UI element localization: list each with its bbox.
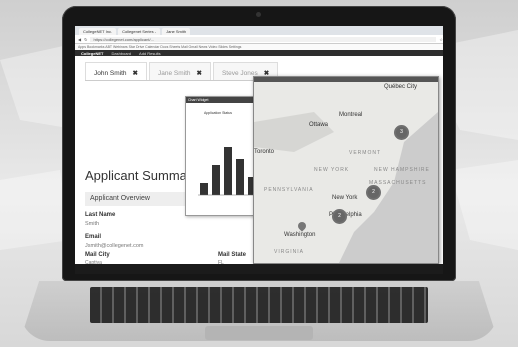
- map-label: VERMONT: [349, 150, 381, 156]
- taskbar: [75, 264, 443, 274]
- map-label: PENNSYLVANIA: [264, 187, 314, 193]
- last-name-value: Smith: [85, 221, 100, 227]
- chart-bar: [200, 183, 208, 195]
- map-label: NEW HAMPSHIRE: [374, 167, 430, 173]
- mail-state-label: Mail State: [218, 252, 247, 258]
- laptop-screen: CollegeNET Inc. Collegenet Series - Jane…: [75, 26, 443, 274]
- mail-city-label: Mail City: [85, 252, 110, 258]
- tab-john-smith[interactable]: John Smith ✖: [85, 62, 147, 80]
- browser-tab-strip: CollegeNET Inc. Collegenet Series - Jane…: [75, 26, 443, 35]
- tab-jane-smith[interactable]: Jane Smith ✖: [148, 62, 211, 80]
- applicant-tabs: John Smith ✖ Jane Smith ✖ Steve Jones ✖: [85, 62, 281, 81]
- url-input[interactable]: https://collegenet.com/applicant/...: [90, 36, 437, 42]
- email-value: Jsmith@collegenet.com: [85, 243, 144, 249]
- browser-tab[interactable]: CollegeNET Inc.: [79, 28, 117, 35]
- browser-tab[interactable]: Collegenet Series -: [118, 28, 161, 35]
- main-content: John Smith ✖ Jane Smith ✖ Steve Jones ✖ App…: [75, 56, 443, 266]
- map-label: Washington: [284, 232, 316, 238]
- tab-label: John Smith: [94, 70, 127, 77]
- last-name-label: Last Name: [85, 212, 116, 218]
- map-label: VIRGINIA: [274, 249, 304, 255]
- chart-bar: [236, 159, 244, 195]
- map-label: Québec City: [384, 84, 418, 90]
- laptop-lid: CollegeNET Inc. Collegenet Series - Jane…: [62, 6, 456, 281]
- map-label: Toronto: [254, 149, 275, 155]
- map-cluster-marker[interactable]: 3: [394, 125, 409, 140]
- keyboard: [90, 287, 428, 323]
- map-label: MASSACHUSETTS: [369, 180, 427, 186]
- map-label: NEW YORK: [314, 167, 350, 173]
- map-cluster-marker[interactable]: 2: [366, 185, 381, 200]
- map-label: Ottawa: [309, 122, 329, 128]
- star-icon[interactable]: ☆: [439, 37, 443, 42]
- page-title: Applicant Summary: [85, 168, 198, 183]
- trackpad: [205, 326, 313, 340]
- back-icon[interactable]: ◀: [78, 37, 81, 42]
- email-label: Email: [85, 234, 102, 240]
- address-bar: ◀ ↻ https://collegenet.com/applicant/...…: [75, 35, 443, 44]
- map-label: Montreal: [339, 112, 363, 118]
- section-header-overview[interactable]: Applicant Overview: [85, 192, 195, 206]
- browser-tab[interactable]: Jane Smith: [162, 28, 191, 35]
- map-popup[interactable]: Québec City Montreal Ottawa Toronto NEW …: [253, 76, 439, 264]
- close-icon[interactable]: ✖: [133, 70, 138, 77]
- close-icon[interactable]: ✖: [197, 70, 202, 77]
- tab-label: Jane Smith: [157, 70, 191, 77]
- map-label: New York: [332, 195, 358, 201]
- map-cluster-marker[interactable]: 2: [332, 209, 347, 224]
- chart-bar: [212, 165, 220, 195]
- webcam: [256, 12, 261, 17]
- chart-bar: [224, 147, 232, 195]
- reload-icon[interactable]: ↻: [84, 37, 87, 42]
